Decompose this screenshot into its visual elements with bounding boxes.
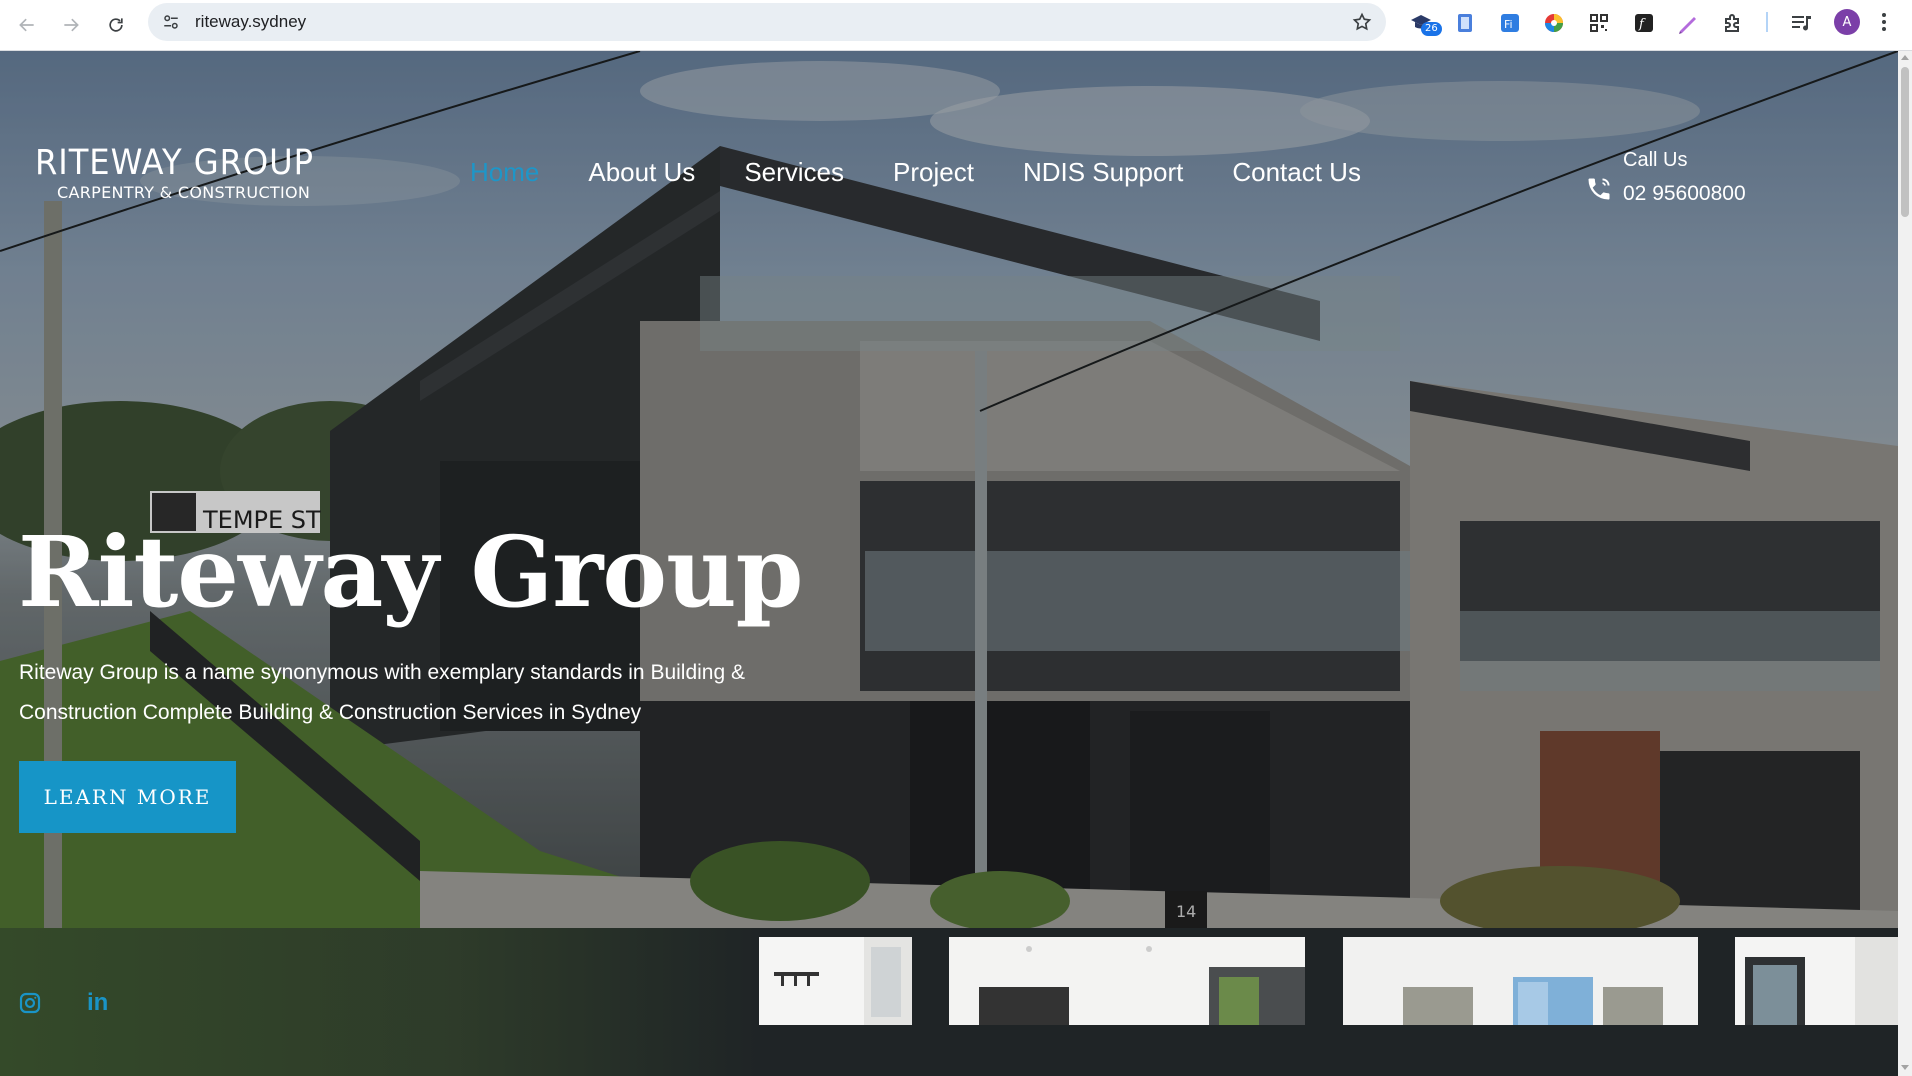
page-viewport: TEMPE ST 14 RITEWAY GROUP CARPENTRY & CO… — [0, 51, 1898, 1076]
phone-number[interactable]: 02 95600800 — [1623, 182, 1746, 206]
hero-description: Riteway Group is a name synonymous with … — [19, 661, 746, 724]
nav-about-us[interactable]: About Us — [588, 157, 695, 188]
site-logo[interactable]: RITEWAY GROUP CARPENTRY & CONSTRUCTION — [35, 143, 338, 202]
project-thumbnail[interactable] — [759, 937, 912, 1025]
nav-project[interactable]: Project — [893, 157, 974, 188]
logo-sub-text: CARPENTRY & CONSTRUCTION — [57, 183, 311, 202]
address-bar[interactable]: riteway.sydney — [148, 3, 1386, 41]
call-us-label: Call Us — [1623, 149, 1688, 171]
project-thumbnail[interactable] — [949, 937, 1305, 1025]
phone-icon — [1588, 178, 1610, 200]
reload-button[interactable] — [99, 8, 133, 42]
pen-extension-icon[interactable] — [1674, 9, 1702, 37]
extension-badge: 26 — [1421, 22, 1442, 36]
toolbar-divider — [1766, 12, 1768, 32]
url-text[interactable]: riteway.sydney — [195, 12, 306, 32]
project-thumbnail[interactable] — [1343, 937, 1698, 1025]
font-extension-icon[interactable]: f — [1630, 9, 1658, 37]
nav-ndis-support[interactable]: NDIS Support — [1023, 157, 1183, 188]
scroll-down-arrow[interactable] — [1901, 1065, 1909, 1070]
logo-main-text: RITEWAY GROUP — [35, 143, 315, 183]
color-wheel-extension-icon[interactable] — [1540, 9, 1568, 37]
project-thumbnail[interactable] — [1735, 937, 1898, 1025]
media-controls-icon[interactable] — [1787, 9, 1815, 37]
browser-toolbar: riteway.sydney 26 Fi f A — [0, 0, 1912, 51]
main-navigation: Home About Us Services Project NDIS Supp… — [470, 157, 1410, 188]
scroll-up-arrow[interactable] — [1901, 55, 1909, 60]
strip-grass-tint — [0, 928, 760, 1076]
hero-title: Riteway Group — [18, 515, 803, 629]
svg-text:Fi: Fi — [1504, 18, 1513, 31]
fi-extension-icon[interactable]: Fi — [1496, 9, 1524, 37]
linkedin-icon[interactable]: in — [87, 991, 111, 1015]
graduation-cap-extension-icon[interactable]: 26 — [1407, 9, 1442, 37]
back-button[interactable] — [10, 8, 44, 42]
extensions-puzzle-icon[interactable] — [1719, 9, 1747, 37]
learn-more-button[interactable]: LEARN MORE — [19, 761, 236, 833]
profile-avatar[interactable]: A — [1834, 9, 1860, 35]
nav-home[interactable]: Home — [470, 157, 539, 188]
document-extension-icon[interactable] — [1451, 9, 1479, 37]
forward-button[interactable] — [54, 8, 88, 42]
qr-code-extension-icon[interactable] — [1585, 9, 1613, 37]
instagram-icon[interactable] — [18, 991, 42, 1015]
page-scrollbar[interactable] — [1898, 51, 1912, 1076]
browser-menu-icon[interactable] — [1878, 10, 1890, 34]
nav-contact-us[interactable]: Contact Us — [1232, 157, 1361, 188]
scroll-thumb[interactable] — [1901, 67, 1909, 217]
nav-services[interactable]: Services — [744, 157, 844, 188]
bookmark-star-icon[interactable] — [1352, 12, 1372, 32]
site-info-icon[interactable] — [162, 13, 180, 31]
